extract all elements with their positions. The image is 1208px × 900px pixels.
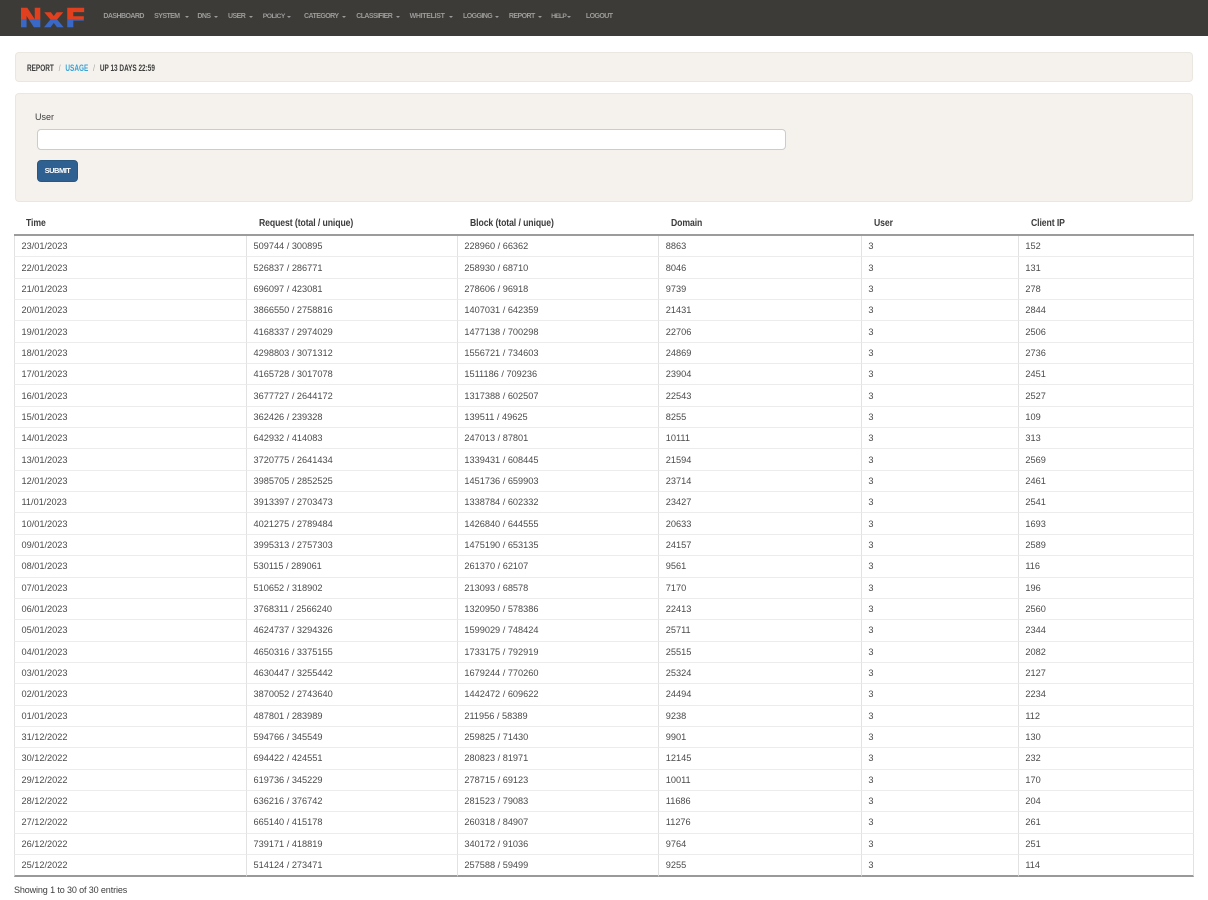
svg-text:NxF: NxF (20, 3, 89, 32)
